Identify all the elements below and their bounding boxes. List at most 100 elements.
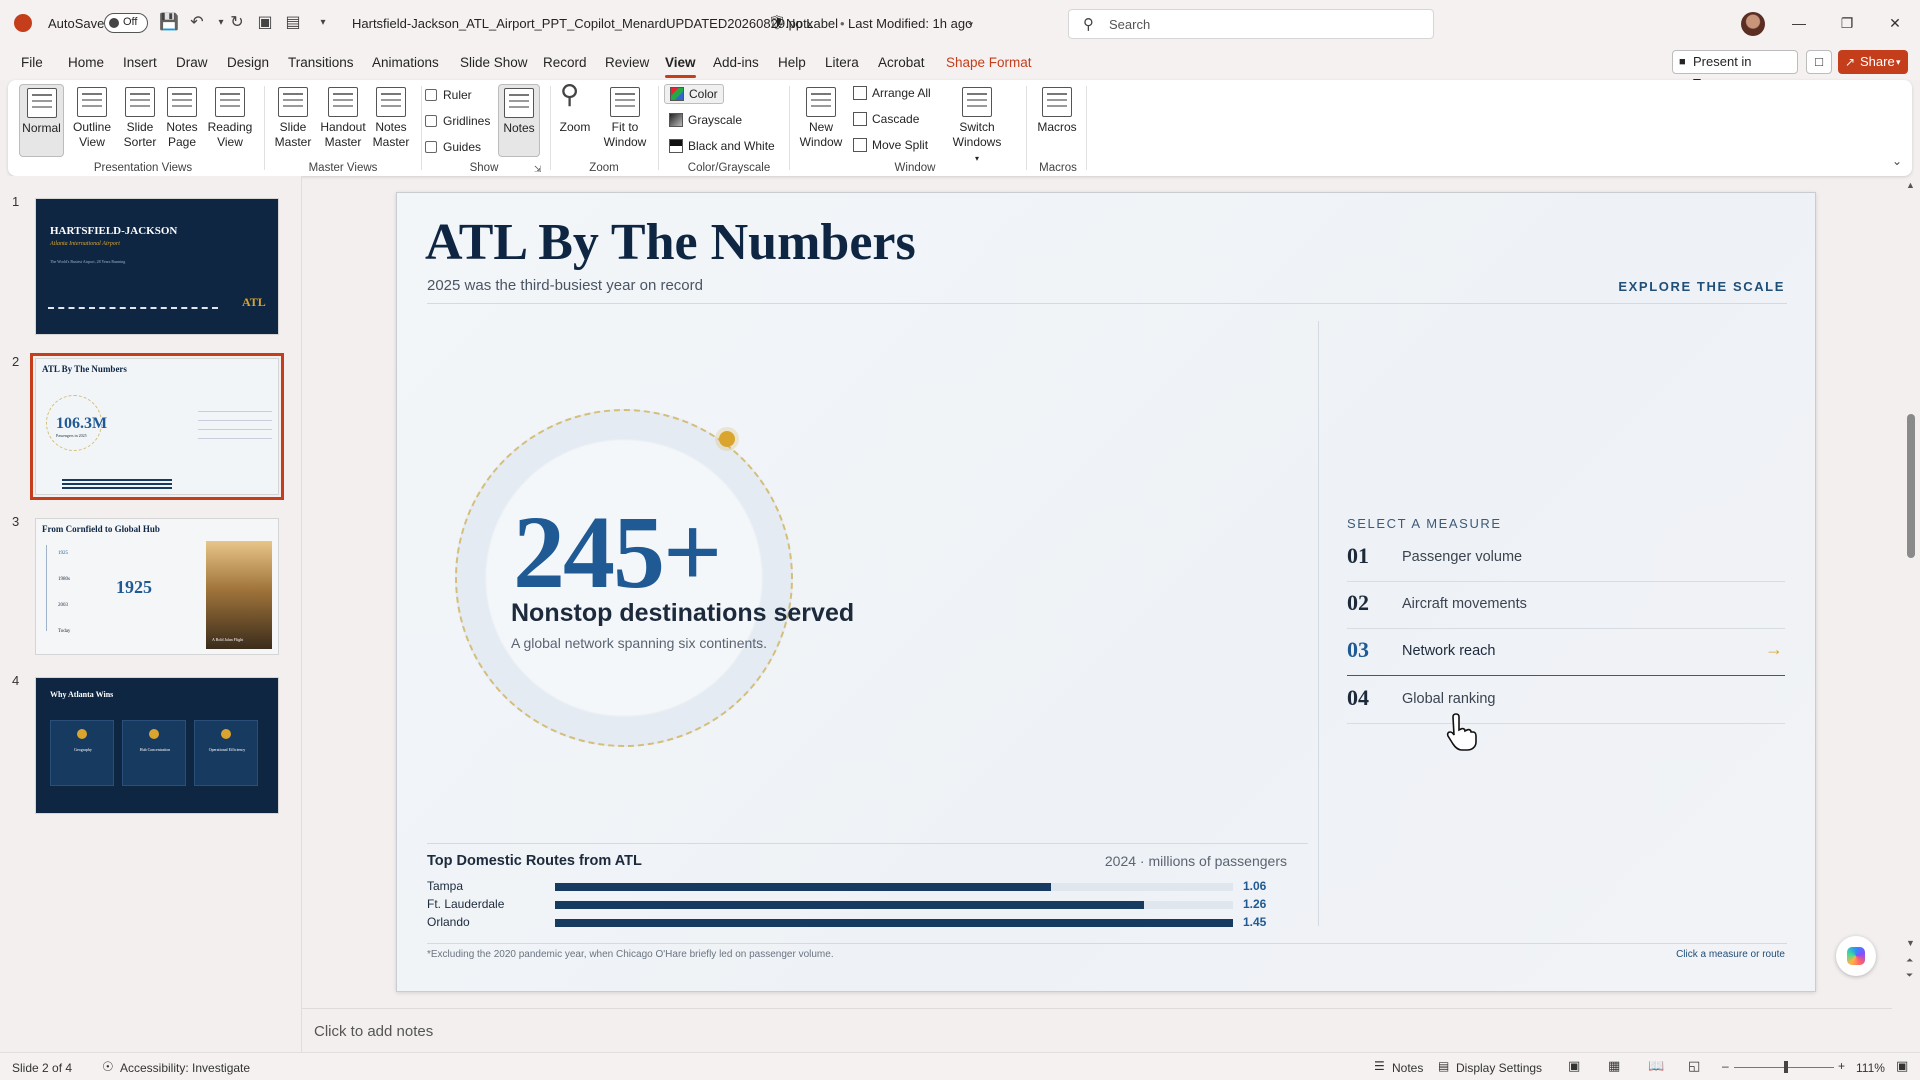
route-name[interactable]: Ft. Lauderdale: [427, 897, 504, 911]
route-bar-track[interactable]: [555, 883, 1233, 891]
black-and-white-button[interactable]: Black and White: [669, 139, 775, 153]
reading-view-button[interactable]: Reading View: [204, 87, 256, 150]
route-bar-track[interactable]: [555, 919, 1233, 927]
normal-view-button[interactable]: Normal: [19, 84, 64, 157]
fit-slide-icon[interactable]: ▣: [1896, 1058, 1908, 1074]
measure-aircraft-movements[interactable]: 02 Aircraft movements: [1347, 582, 1785, 629]
notes-master-button[interactable]: Notes Master: [368, 87, 414, 150]
collapse-ribbon-icon[interactable]: ⌄: [1892, 154, 1902, 168]
share-button[interactable]: ↗ Share ▾: [1838, 50, 1908, 74]
start-slideshow-icon[interactable]: ▣: [254, 12, 276, 34]
slide-thumbnail-4[interactable]: Why Atlanta Wins Geography Hub Concentra…: [35, 677, 279, 814]
ruler-checkbox[interactable]: Ruler: [425, 88, 472, 102]
autosave-toggle[interactable]: Off: [104, 13, 148, 33]
gridlines-checkbox[interactable]: Gridlines: [425, 114, 490, 128]
explore-the-scale-label[interactable]: EXPLORE THE SCALE: [1618, 279, 1785, 294]
arrange-all-button[interactable]: Arrange All: [853, 86, 931, 100]
color-button[interactable]: Color: [664, 84, 724, 104]
copilot-icon[interactable]: [1836, 936, 1876, 976]
sensitivity-label[interactable]: No Label: [786, 16, 838, 31]
undo-icon[interactable]: ↶: [186, 12, 208, 34]
route-bar-track[interactable]: [555, 901, 1233, 909]
measure-global-ranking[interactable]: 04 Global ranking: [1347, 677, 1785, 724]
tab-draw[interactable]: Draw: [176, 55, 208, 70]
notes-status-button[interactable]: Notes: [1392, 1061, 1423, 1075]
fit-to-window-button[interactable]: Fit to Window: [600, 87, 650, 150]
handout-master-button[interactable]: Handout Master: [316, 87, 370, 150]
tab-animations[interactable]: Animations: [372, 55, 439, 70]
save-icon[interactable]: 💾: [158, 12, 180, 34]
scrollbar-thumb[interactable]: [1907, 414, 1915, 558]
tab-insert[interactable]: Insert: [123, 55, 157, 70]
tab-acrobat[interactable]: Acrobat: [878, 55, 925, 70]
tab-slide-show[interactable]: Slide Show: [460, 55, 528, 70]
notes-pane[interactable]: Click to add notes: [302, 1008, 1892, 1052]
slide-sorter-icon[interactable]: ▦: [1608, 1058, 1620, 1074]
move-split-button[interactable]: Move Split: [853, 138, 928, 152]
chevron-down-icon[interactable]: ⌄: [966, 15, 975, 28]
tab-design[interactable]: Design: [227, 55, 269, 70]
slide-thumbnail-2[interactable]: ATL By The Numbers 106.3M Passengers in …: [30, 353, 284, 500]
switch-windows-button[interactable]: Switch Windows ▾: [952, 87, 1002, 166]
zoom-slider-thumb[interactable]: [1784, 1061, 1788, 1073]
new-window-button[interactable]: New Window: [798, 87, 844, 150]
tab-help[interactable]: Help: [778, 55, 806, 70]
slide-thumbnail-1[interactable]: HARTSFIELD-JACKSON Atlanta International…: [35, 198, 279, 335]
zoom-button[interactable]: ⚲ Zoom: [555, 81, 595, 135]
tab-shape-format[interactable]: Shape Format: [946, 55, 1032, 70]
minimize-icon[interactable]: —: [1784, 10, 1814, 36]
restore-icon[interactable]: ❐: [1832, 10, 1862, 36]
grayscale-button[interactable]: Grayscale: [669, 113, 742, 127]
redo-icon[interactable]: ↻: [226, 12, 248, 34]
guides-checkbox[interactable]: Guides: [425, 140, 481, 154]
route-name[interactable]: Tampa: [427, 879, 463, 893]
notes-page-button[interactable]: Notes Page: [162, 87, 202, 150]
document-filename[interactable]: Hartsfield-Jackson_ATL_Airport_PPT_Copil…: [352, 16, 813, 31]
cascade-button[interactable]: Cascade: [853, 112, 919, 126]
previous-slide-icon[interactable]: ⏶: [1906, 955, 1913, 966]
dialog-launcher-icon[interactable]: ⇲: [534, 164, 542, 175]
tab-home[interactable]: Home: [68, 55, 104, 70]
reading-view-icon[interactable]: 📖: [1648, 1058, 1664, 1074]
big-stat-description[interactable]: A global network spanning six continents…: [511, 635, 767, 651]
measure-network-reach[interactable]: 03 Network reach →: [1347, 629, 1785, 676]
tab-record[interactable]: Record: [543, 55, 587, 70]
display-settings-button[interactable]: Display Settings: [1456, 1061, 1542, 1075]
comments-button[interactable]: □: [1806, 50, 1832, 74]
slide-master-button[interactable]: Slide Master: [270, 87, 316, 150]
scroll-up-icon[interactable]: ▲: [1906, 180, 1915, 190]
search-box[interactable]: ⚲ Search: [1068, 9, 1434, 39]
tab-add-ins[interactable]: Add-ins: [713, 55, 759, 70]
zoom-in-icon[interactable]: +: [1838, 1059, 1845, 1073]
normal-view-icon[interactable]: ▣: [1568, 1058, 1580, 1074]
present-icon[interactable]: ▤: [282, 12, 304, 34]
slide-canvas[interactable]: ATL By The Numbers 2025 was the third-bu…: [396, 192, 1816, 992]
macros-button[interactable]: Macros: [1034, 87, 1080, 135]
next-slide-icon[interactable]: ⏷: [1906, 970, 1913, 981]
outline-view-button[interactable]: Outline View: [68, 87, 116, 150]
slide-sorter-button[interactable]: Slide Sorter: [116, 87, 164, 150]
present-in-teams-button[interactable]: ■ Present in Teams: [1672, 50, 1798, 91]
slide-subtitle[interactable]: 2025 was the third-busiest year on recor…: [427, 277, 703, 294]
last-modified[interactable]: Last Modified: 1h ago: [848, 16, 972, 31]
tab-view[interactable]: View: [665, 55, 696, 78]
close-icon[interactable]: ✕: [1880, 10, 1910, 36]
tab-transitions[interactable]: Transitions: [288, 55, 354, 70]
big-stat-heading[interactable]: Nonstop destinations served: [511, 599, 854, 628]
measure-passenger-volume[interactable]: 01 Passenger volume: [1347, 535, 1785, 582]
user-avatar[interactable]: [1741, 12, 1765, 36]
customize-toolbar-icon[interactable]: ▾: [312, 12, 334, 34]
accessibility-status[interactable]: Accessibility: Investigate: [120, 1061, 250, 1075]
vertical-scrollbar[interactable]: [1906, 180, 1916, 1008]
big-stat-number[interactable]: 245+: [513, 493, 722, 612]
slideshow-icon[interactable]: ◱: [1688, 1058, 1700, 1074]
zoom-level[interactable]: 111%: [1856, 1061, 1885, 1075]
route-name[interactable]: Orlando: [427, 915, 470, 929]
tab-litera[interactable]: Litera: [825, 55, 859, 70]
slide-thumbnail-3[interactable]: From Cornfield to Global Hub 1925 1980s …: [35, 518, 279, 655]
routes-title[interactable]: Top Domestic Routes from ATL: [427, 853, 642, 869]
tab-review[interactable]: Review: [605, 55, 649, 70]
notes-toggle-button[interactable]: Notes: [498, 84, 540, 157]
zoom-out-icon[interactable]: –: [1722, 1059, 1729, 1073]
tab-file[interactable]: File: [21, 55, 43, 70]
